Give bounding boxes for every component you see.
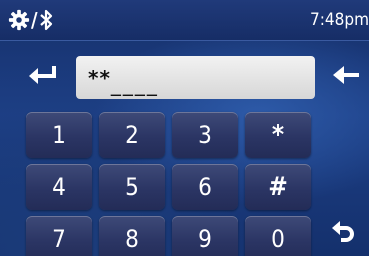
return-arrow-icon[interactable] [26,60,60,88]
key-2[interactable]: 2 [99,112,165,158]
back-arrow-icon[interactable] [330,62,362,88]
key-5[interactable]: 5 [99,164,165,210]
undo-arrow-icon[interactable] [328,218,360,248]
clock: 7:48pm [310,10,369,30]
key-9[interactable]: 9 [172,216,238,256]
key-8[interactable]: 8 [99,216,165,256]
key-6[interactable]: 6 [172,164,238,210]
bluetooth-icon [39,9,53,31]
key-hash[interactable]: # [245,164,311,210]
status-separator: / [31,8,38,32]
status-bar: / 7:48pm [0,0,369,41]
status-icons: / [8,8,53,32]
key-4[interactable]: 4 [26,164,92,210]
key-3[interactable]: 3 [172,112,238,158]
key-0[interactable]: 0 [245,216,311,256]
code-entry-field[interactable]: **____ [76,56,315,99]
key-1[interactable]: 1 [26,112,92,158]
key-7[interactable]: 7 [26,216,92,256]
masked-code: ** [88,66,111,90]
keypad-screen: / 7:48pm **____ 1 2 3 * 4 5 6 # 7 8 9 0 [0,0,369,256]
settings-gear-icon[interactable] [8,9,30,31]
code-placeholder: ____ [110,72,159,96]
key-star[interactable]: * [245,112,311,158]
